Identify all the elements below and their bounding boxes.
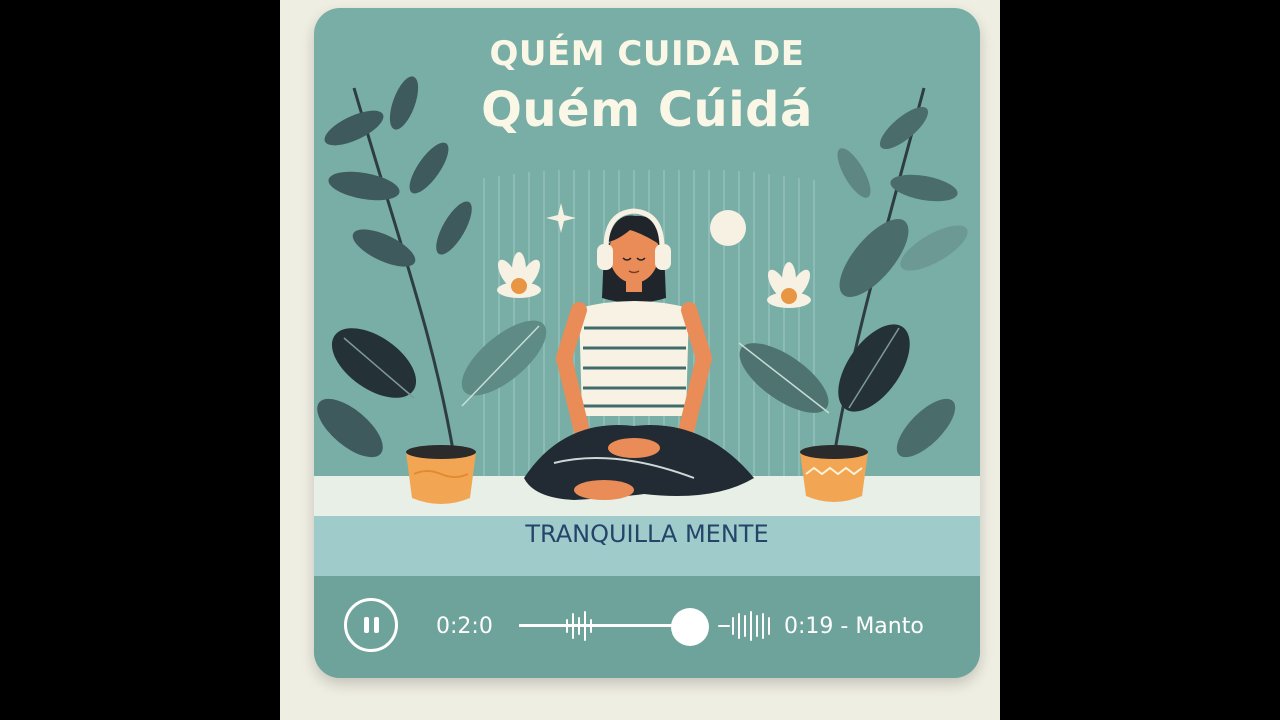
progress-scrubber[interactable] bbox=[519, 606, 774, 646]
progress-track bbox=[519, 624, 689, 627]
stage: QUÉM CUIDA DE Quém Cúidá TRANQUILLA MENT… bbox=[280, 0, 1000, 720]
current-time: 0:2:0 bbox=[436, 614, 493, 639]
title-line-2: Quém Cúidá bbox=[481, 82, 813, 138]
total-time: 0:19 - Manto bbox=[784, 614, 924, 639]
right-lotus bbox=[767, 262, 811, 308]
left-pot bbox=[406, 445, 476, 504]
brand-label: TRANQUILLA MENTE bbox=[525, 520, 769, 548]
headphone-left bbox=[597, 244, 613, 270]
headphone-right bbox=[655, 244, 671, 270]
audio-player: 0:2:0 0:19 - Manto bbox=[314, 576, 980, 678]
pause-button[interactable] bbox=[344, 598, 398, 652]
sparkle-icon bbox=[546, 203, 576, 233]
right-plant bbox=[738, 87, 968, 458]
progress-knob[interactable] bbox=[671, 608, 709, 646]
pause-icon-bar bbox=[374, 617, 379, 633]
podcast-card: QUÉM CUIDA DE Quém Cúidá TRANQUILLA MENT… bbox=[314, 8, 980, 678]
right-pot bbox=[800, 445, 868, 502]
pause-icon bbox=[364, 617, 369, 633]
moon-icon bbox=[710, 210, 746, 246]
title-line-1: QUÉM CUIDA DE bbox=[489, 34, 805, 74]
left-lotus bbox=[497, 252, 541, 298]
